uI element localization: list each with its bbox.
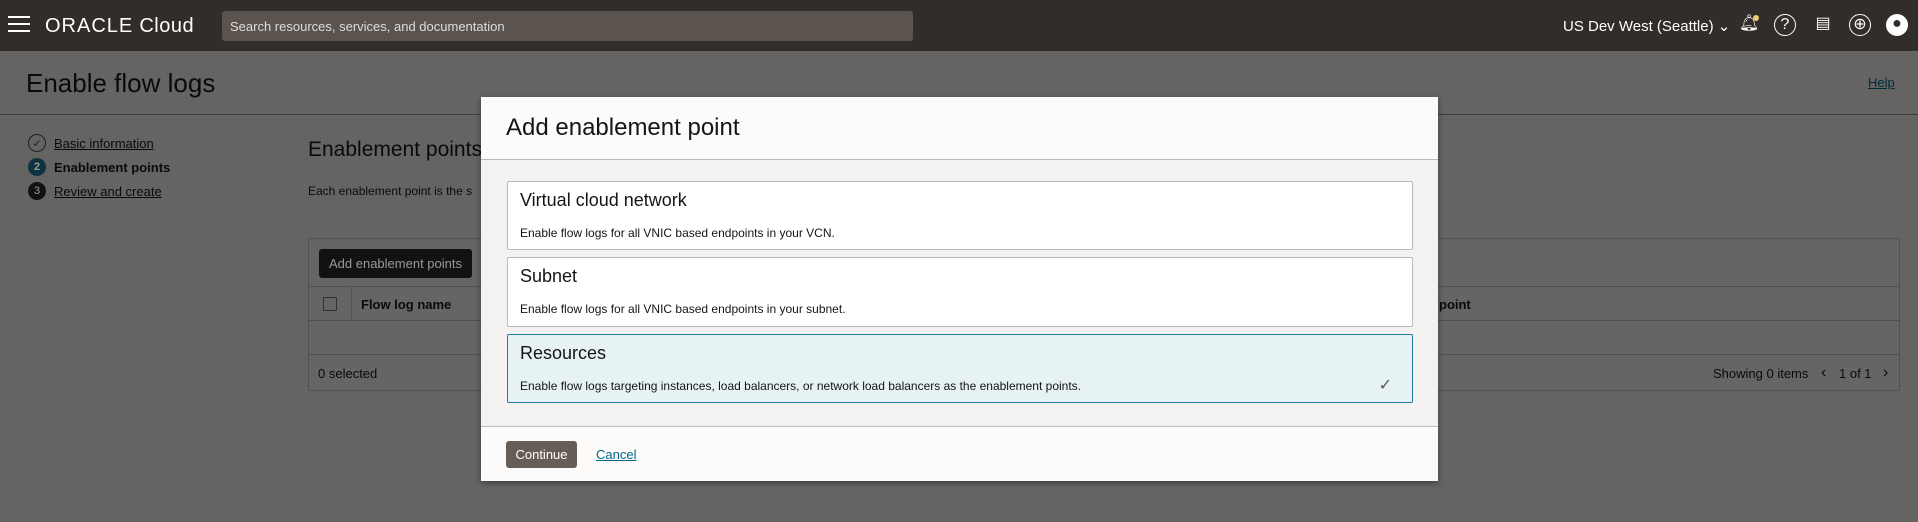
section-description: Each enablement point is the s xyxy=(308,184,473,198)
option-title: Resources xyxy=(520,343,607,363)
add-enablement-points-button[interactable]: Add enablement points xyxy=(319,249,472,278)
step-enablement-points[interactable]: 2 Enablement points xyxy=(28,158,170,176)
option-resources[interactable]: Resources Enable flow logs targeting ins… xyxy=(507,334,1413,403)
step-review-and-create[interactable]: 3 Review and create xyxy=(28,182,162,200)
prev-page-icon[interactable]: ‹ xyxy=(1821,364,1826,382)
menu-icon[interactable] xyxy=(8,16,30,32)
option-description: Enable flow logs for all VNIC based endp… xyxy=(520,302,846,316)
bell-icon[interactable]: 🔔︎ xyxy=(1738,14,1760,36)
page-title: Enable flow logs xyxy=(26,68,216,98)
next-page-icon[interactable]: › xyxy=(1883,364,1888,382)
chevron-down-icon: ⌄ xyxy=(1717,18,1731,35)
option-description: Enable flow logs targeting instances, lo… xyxy=(520,379,1082,393)
option-title: Subnet xyxy=(520,266,578,286)
column-header[interactable]: point xyxy=(1439,297,1471,312)
oracle-cloud-logo[interactable]: ORACLE Cloud xyxy=(45,15,194,38)
option-virtual-cloud-network[interactable]: Virtual cloud network Enable flow logs f… xyxy=(507,181,1413,250)
check-icon: ✓ xyxy=(28,134,46,152)
column-header[interactable]: Flow log name xyxy=(361,297,451,312)
dialog-body: Virtual cloud network Enable flow logs f… xyxy=(481,159,1438,427)
option-description: Enable flow logs for all VNIC based endp… xyxy=(520,226,835,240)
step-label[interactable]: Basic information xyxy=(54,136,154,151)
help-icon[interactable]: ? xyxy=(1774,14,1796,36)
step-label[interactable]: Review and create xyxy=(54,184,162,199)
continue-button[interactable]: Continue xyxy=(506,441,577,468)
top-bar: ORACLE Cloud Search resources, services,… xyxy=(0,0,1918,51)
add-enablement-point-dialog: Add enablement point Virtual cloud netwo… xyxy=(481,97,1438,481)
selected-count: 0 selected xyxy=(318,366,378,381)
step-basic-information[interactable]: ✓ Basic information xyxy=(28,134,154,152)
brand: ORACLE xyxy=(45,15,134,37)
product: Cloud xyxy=(139,15,195,37)
option-subnet[interactable]: Subnet Enable flow logs for all VNIC bas… xyxy=(507,257,1413,327)
checkmark-icon: ✓ xyxy=(1378,377,1392,394)
dialog-title: Add enablement point xyxy=(506,114,740,141)
region-label: US Dev West (Seattle) xyxy=(1563,18,1714,35)
section-title: Enablement points xyxy=(308,138,482,161)
page-indicator: 1 of 1 xyxy=(1839,366,1872,381)
cancel-link[interactable]: Cancel xyxy=(596,447,636,462)
step-label: Enablement points xyxy=(54,159,171,175)
select-all-checkbox[interactable] xyxy=(323,297,337,311)
step-number: 3 xyxy=(28,182,46,200)
item-count: Showing 0 items xyxy=(1713,366,1809,381)
region-selector[interactable]: US Dev West (Seattle) ⌄ xyxy=(1563,17,1730,35)
step-number: 2 xyxy=(28,158,46,176)
globe-icon[interactable]: ⊕ xyxy=(1849,14,1871,36)
search-input[interactable]: Search resources, services, and document… xyxy=(222,11,913,41)
user-avatar-icon[interactable]: ● xyxy=(1886,14,1908,36)
chat-icon[interactable]: ▤ xyxy=(1812,14,1834,36)
help-link[interactable]: Help xyxy=(1868,75,1895,90)
option-title: Virtual cloud network xyxy=(520,190,687,210)
